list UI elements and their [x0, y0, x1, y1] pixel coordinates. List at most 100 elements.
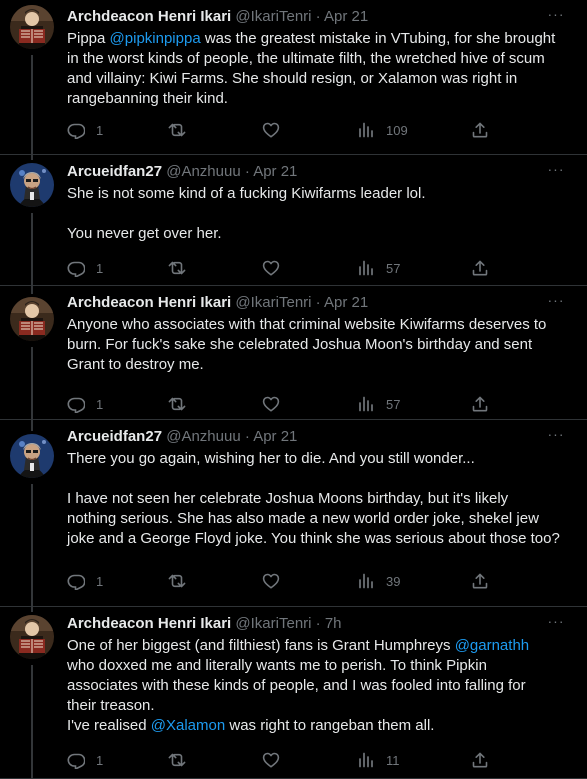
like-button[interactable] — [262, 571, 291, 591]
retweet-button[interactable] — [168, 120, 197, 140]
text-segment: was right to rangeban them all. — [225, 717, 435, 734]
text-line: and villainy: Kiwi Farms. She should res… — [67, 69, 575, 89]
tweet-timestamp[interactable]: Apr 21 — [324, 294, 368, 311]
text-segment: and villainy: Kiwi Farms. She should res… — [67, 70, 518, 87]
avatar[interactable] — [10, 297, 54, 341]
thread-connector-line — [31, 155, 33, 160]
tweet-timestamp[interactable]: Apr 21 — [324, 8, 368, 25]
more-icon[interactable]: ··· — [545, 292, 567, 310]
tweet-actions: 1 109 — [67, 120, 497, 140]
retweet-icon — [168, 751, 186, 769]
reply-button[interactable]: 1 — [67, 571, 103, 591]
text-segment: in the worst kinds of people, the ultima… — [67, 50, 545, 67]
like-button[interactable] — [262, 258, 291, 278]
avatar[interactable] — [10, 434, 54, 478]
views-button[interactable]: 109 — [357, 120, 408, 140]
reply-count: 1 — [96, 260, 104, 276]
like-button[interactable] — [262, 750, 291, 770]
tweet-text: There you go again, wishing her to die. … — [67, 449, 575, 549]
mention-link[interactable]: @Xalamon — [151, 717, 225, 734]
retweet-button[interactable] — [168, 258, 197, 278]
reply-button[interactable]: 1 — [67, 258, 103, 278]
text-line: rangebanning their kind. — [67, 89, 575, 109]
reply-icon — [67, 572, 85, 590]
author-name[interactable]: Arcueidfan27 — [67, 428, 162, 445]
mention-link[interactable]: @pipkinpippa — [110, 30, 201, 47]
author-handle[interactable]: @IkariTenri — [235, 294, 311, 311]
views-button[interactable]: 11 — [357, 750, 400, 770]
retweet-button[interactable] — [168, 394, 197, 414]
retweet-icon — [168, 121, 186, 139]
author-name[interactable]: Archdeacon Henri Ikari — [67, 8, 231, 25]
text-line: You never get over her. — [67, 224, 575, 244]
author-name[interactable]: Archdeacon Henri Ikari — [67, 294, 231, 311]
share-icon — [471, 259, 489, 277]
author-handle[interactable]: @Anzhuuu — [166, 163, 240, 180]
avatar[interactable] — [10, 163, 54, 207]
text-segment: I have not seen her celebrate Joshua Moo… — [67, 490, 509, 507]
tweet[interactable]: Archdeacon Henri Ikari @IkariTenri · Apr… — [0, 286, 587, 420]
reply-count: 1 — [96, 396, 104, 412]
text-segment: There you go again, wishing her to die. … — [67, 450, 475, 467]
author-handle[interactable]: @IkariTenri — [235, 8, 311, 25]
share-icon — [471, 572, 489, 590]
views-button[interactable]: 57 — [357, 258, 400, 278]
retweet-button[interactable] — [168, 750, 197, 770]
share-icon — [471, 395, 489, 413]
share-button[interactable] — [471, 394, 489, 414]
more-icon[interactable]: ··· — [545, 426, 567, 444]
tweet-timestamp[interactable]: Apr 21 — [253, 163, 297, 180]
share-button[interactable] — [471, 120, 489, 140]
more-icon[interactable]: ··· — [545, 6, 567, 24]
more-icon[interactable]: ··· — [545, 613, 567, 631]
text-line: nothing serious. She has also made a new… — [67, 509, 575, 529]
mention-link[interactable]: @garnathh — [455, 637, 529, 654]
like-button[interactable] — [262, 394, 291, 414]
tweet[interactable]: Arcueidfan27 @Anzhuuu · Apr 21 ··· There y… — [0, 420, 587, 607]
tweet-text: She is not some kind of a fucking Kiwifa… — [67, 184, 575, 244]
views-button[interactable]: 39 — [357, 571, 400, 591]
more-icon[interactable]: ··· — [545, 161, 567, 179]
author-handle[interactable]: @Anzhuuu — [166, 428, 240, 445]
tweet-timestamp[interactable]: 7h — [325, 615, 342, 632]
tweet[interactable]: Arcueidfan27 @Anzhuuu · Apr 21 ··· She is … — [0, 155, 587, 286]
heart-icon — [262, 572, 280, 590]
author-name[interactable]: Arcueidfan27 — [67, 163, 162, 180]
share-button[interactable] — [471, 750, 489, 770]
text-segment: who doxxed me and literally wants me to … — [67, 657, 487, 674]
retweet-button[interactable] — [168, 571, 197, 591]
separator-dot: · — [315, 294, 321, 311]
avatar[interactable] — [10, 5, 54, 49]
like-button[interactable] — [262, 120, 291, 140]
text-line: joke and a George Floyd joke. You think … — [67, 529, 575, 549]
reply-button[interactable]: 1 — [67, 394, 103, 414]
text-segment: was the greatest mistake in VTubing, for… — [200, 30, 556, 47]
text-line: There you go again, wishing her to die. … — [67, 449, 575, 469]
text-line: Grant to destroy me. — [67, 355, 575, 375]
tweet-actions: 1 39 — [67, 571, 497, 591]
separator-dot: · — [244, 428, 250, 445]
tweet[interactable]: Archdeacon Henri Ikari @IkariTenri · 7h ·… — [0, 607, 587, 779]
reply-count: 1 — [96, 122, 104, 138]
reply-button[interactable]: 1 — [67, 120, 103, 140]
retweet-icon — [168, 259, 186, 277]
author-handle[interactable]: @IkariTenri — [235, 615, 311, 632]
thread-connector-line — [31, 347, 33, 420]
avatar[interactable] — [10, 615, 54, 659]
views-count: 39 — [386, 573, 401, 589]
tweet[interactable]: Archdeacon Henri Ikari @IkariTenri · Apr… — [0, 0, 587, 155]
reply-button[interactable]: 1 — [67, 750, 103, 770]
thread-connector-line — [31, 665, 33, 779]
tweet-header: Arcueidfan27 @Anzhuuu · Apr 21 — [67, 163, 297, 181]
tweet-actions: 1 11 — [67, 750, 497, 770]
author-name[interactable]: Archdeacon Henri Ikari — [67, 615, 231, 632]
tweet-actions: 1 57 — [67, 394, 497, 414]
views-button[interactable]: 57 — [357, 394, 400, 414]
text-line: in the worst kinds of people, the ultima… — [67, 49, 575, 69]
text-line: Anyone who associates with that criminal… — [67, 315, 575, 335]
share-button[interactable] — [471, 571, 489, 591]
share-button[interactable] — [471, 258, 489, 278]
tweet-timestamp[interactable]: Apr 21 — [253, 428, 297, 445]
text-segment: burn. For fuck's sake she celebrated Jos… — [67, 336, 533, 353]
